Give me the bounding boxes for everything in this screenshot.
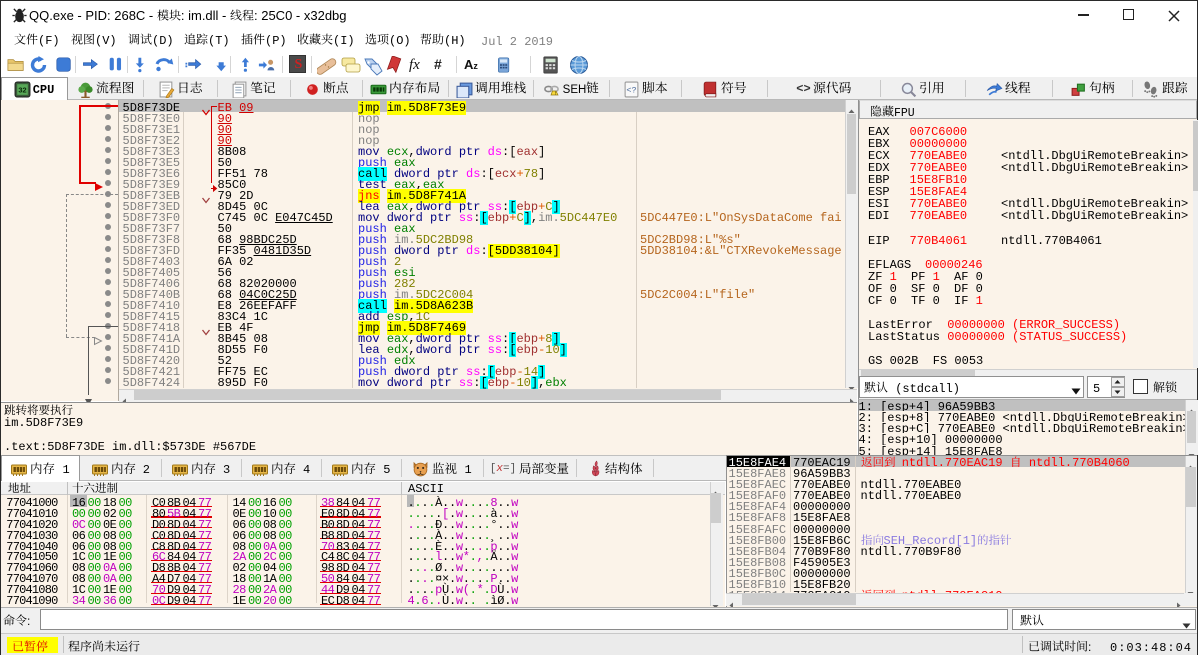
svg-text:<?: <?: [626, 85, 636, 95]
svg-text:32: 32: [18, 85, 26, 94]
svg-text:!: !: [555, 90, 556, 95]
